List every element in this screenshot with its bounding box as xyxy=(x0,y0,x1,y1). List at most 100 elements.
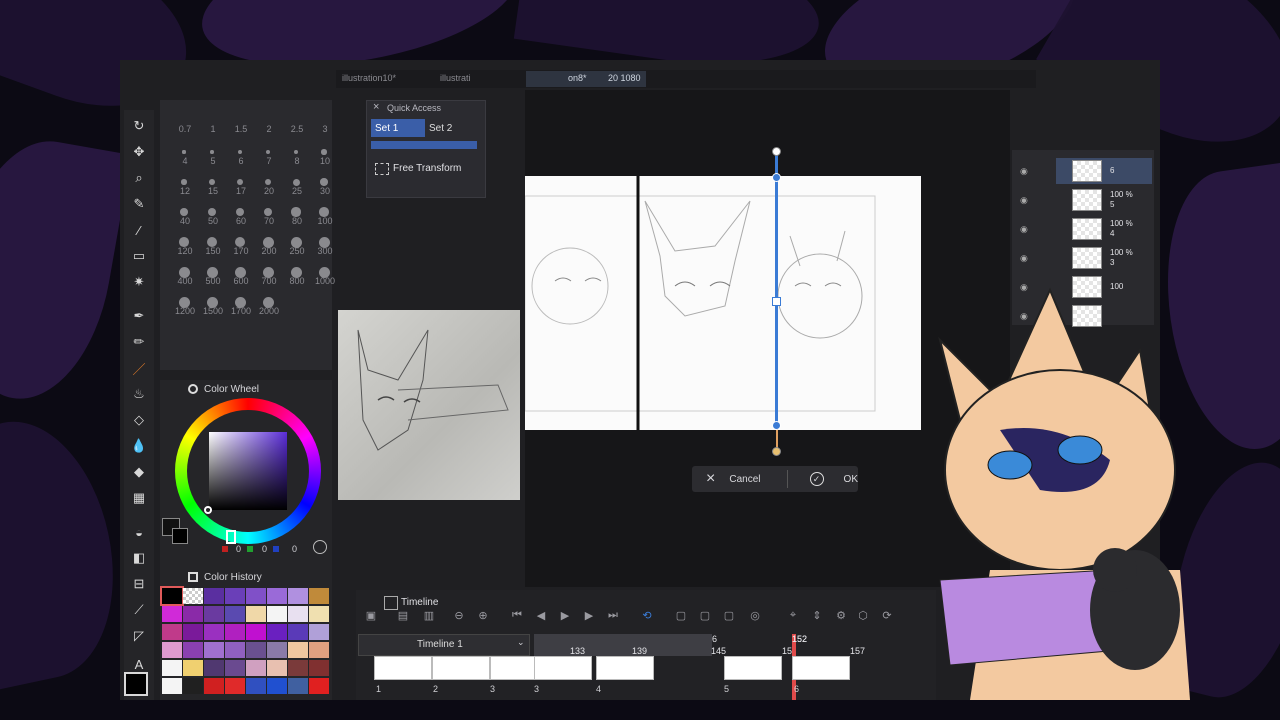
loop-icon[interactable]: ⟲ xyxy=(640,608,654,622)
sync-icon[interactable]: ⟳ xyxy=(880,608,894,622)
quick-set-2[interactable]: Set 2 xyxy=(429,119,479,137)
frame-icon[interactable]: ◸ xyxy=(129,626,149,646)
cel-frame[interactable] xyxy=(596,656,654,680)
color-history-swatch[interactable] xyxy=(204,660,224,676)
color-history-swatch[interactable] xyxy=(246,624,266,640)
background-color[interactable] xyxy=(172,528,188,544)
eye-icon[interactable]: ◉ xyxy=(1020,166,1028,177)
brush-size-dot[interactable] xyxy=(180,208,188,216)
ruler-icon[interactable]: ⟋ xyxy=(129,600,149,620)
color-history-swatch[interactable] xyxy=(225,642,245,658)
color-history-swatch[interactable] xyxy=(267,642,287,658)
magic-wand-icon[interactable]: ✷ xyxy=(129,272,149,292)
hue-handle[interactable] xyxy=(226,530,236,544)
cel-frame[interactable] xyxy=(432,656,490,680)
color-history-swatch[interactable] xyxy=(225,678,245,694)
color-history-swatch[interactable] xyxy=(225,606,245,622)
close-icon[interactable]: × xyxy=(373,101,379,113)
lasso-icon[interactable]: ✎ xyxy=(129,194,149,214)
brush-size-dot[interactable] xyxy=(182,150,186,154)
edit-timeline-icon[interactable]: ▤ xyxy=(396,608,410,622)
pencil-icon[interactable]: ✏ xyxy=(129,332,149,352)
color-history-swatch[interactable] xyxy=(162,624,182,640)
ok-button[interactable]: ✓ OK xyxy=(788,472,858,486)
cel-frame[interactable] xyxy=(792,656,850,680)
cancel-button[interactable]: × Cancel xyxy=(692,470,787,488)
color-history-swatch[interactable] xyxy=(288,624,308,640)
color-history-swatch[interactable] xyxy=(225,588,245,604)
color-mode-icon[interactable] xyxy=(313,540,327,554)
brush-size-dot[interactable] xyxy=(209,179,215,185)
shape-icon[interactable]: ⊟ xyxy=(129,574,149,594)
cel-frame[interactable] xyxy=(724,656,782,680)
color-history-swatch[interactable] xyxy=(309,606,329,622)
color-history-swatch[interactable] xyxy=(204,606,224,622)
color-history-swatch[interactable] xyxy=(162,606,182,622)
tab-illustration[interactable]: illustrati xyxy=(440,73,471,83)
timeline-selector[interactable]: Timeline 1 ⌄ xyxy=(358,634,530,656)
color-history-swatch[interactable] xyxy=(204,642,224,658)
zoom-out-icon[interactable]: ⊖ xyxy=(452,608,466,622)
eye-icon[interactable]: ◉ xyxy=(1020,224,1028,235)
new-timeline-icon[interactable]: ▣ xyxy=(364,608,378,622)
color-history-swatch[interactable] xyxy=(204,678,224,694)
top-handle[interactable] xyxy=(772,173,781,182)
quick-set-1[interactable]: Set 1 xyxy=(371,119,425,137)
color-history-swatch[interactable] xyxy=(162,678,182,694)
color-history-swatch[interactable] xyxy=(246,678,266,694)
color-history-swatch[interactable] xyxy=(267,624,287,640)
cel-frame[interactable] xyxy=(534,656,592,680)
color-history-swatch[interactable] xyxy=(246,588,266,604)
drawing-canvas[interactable] xyxy=(524,176,921,430)
color-history-swatch[interactable] xyxy=(246,606,266,622)
last-frame-icon[interactable]: ⏭ xyxy=(606,608,620,622)
first-frame-icon[interactable]: ⏮ xyxy=(510,608,524,622)
transform-guide[interactable] xyxy=(775,151,778,426)
color-history-swatch[interactable] xyxy=(267,678,287,694)
brush-size-dot[interactable] xyxy=(321,149,327,155)
zoom-in-icon[interactable]: ⊕ xyxy=(476,608,490,622)
color-history-swatch[interactable] xyxy=(204,624,224,640)
anchor-handle[interactable] xyxy=(772,447,781,456)
brush-size-dot[interactable] xyxy=(208,208,216,216)
color-history-swatch[interactable] xyxy=(162,642,182,658)
layer-row[interactable]: ◉ 6 xyxy=(1020,158,1152,184)
play-icon[interactable]: ▶ xyxy=(558,608,572,622)
saturation-value-square[interactable] xyxy=(209,432,287,510)
color-history-swatch[interactable] xyxy=(309,642,329,658)
tween-icon[interactable]: ⬡ xyxy=(856,608,870,622)
color-history-swatch[interactable] xyxy=(183,624,203,640)
brush-size-dot[interactable] xyxy=(235,207,245,217)
brush-size-dot[interactable] xyxy=(238,150,242,154)
color-history-swatch[interactable] xyxy=(183,606,203,622)
color-picker-handle[interactable] xyxy=(204,506,212,514)
color-history-swatch[interactable] xyxy=(288,642,308,658)
color-history-swatch[interactable] xyxy=(225,624,245,640)
brush-size-dot[interactable] xyxy=(210,150,214,154)
layer-row[interactable]: ◉ 100 % 3 xyxy=(1020,245,1152,271)
eraser2-icon[interactable]: ◆ xyxy=(129,462,149,482)
middle-handle[interactable] xyxy=(772,297,781,306)
brush-size-dot[interactable] xyxy=(320,178,328,186)
text-icon[interactable]: A xyxy=(129,654,149,674)
color-history-swatch[interactable] xyxy=(246,642,266,658)
color-history-swatch[interactable] xyxy=(309,660,329,676)
main-color-swatch[interactable] xyxy=(124,672,148,696)
brush-size-dot[interactable] xyxy=(181,179,187,185)
specify-cel-icon[interactable]: ▢ xyxy=(698,608,712,622)
color-history-swatch[interactable] xyxy=(183,588,203,604)
zoom-icon[interactable]: ⌕ xyxy=(129,168,149,188)
prev-frame-icon[interactable]: ◀ xyxy=(534,608,548,622)
camera-icon[interactable]: ⌖ xyxy=(786,608,800,622)
gradient-icon[interactable]: ◧ xyxy=(129,548,149,568)
color-history-swatch[interactable] xyxy=(183,660,203,676)
brush-size-dot[interactable] xyxy=(264,178,272,186)
brush-icon[interactable]: ／ xyxy=(129,358,149,378)
color-history-swatch[interactable] xyxy=(288,678,308,694)
layer-row[interactable]: ◉ 100 % 4 xyxy=(1020,216,1152,242)
delete-cel-icon[interactable]: ▢ xyxy=(722,608,736,622)
color-history-swatch[interactable] xyxy=(309,588,329,604)
rotate-handle[interactable] xyxy=(772,147,781,156)
brush-size-dot[interactable] xyxy=(293,149,299,155)
new-cel-icon[interactable]: ▢ xyxy=(674,608,688,622)
